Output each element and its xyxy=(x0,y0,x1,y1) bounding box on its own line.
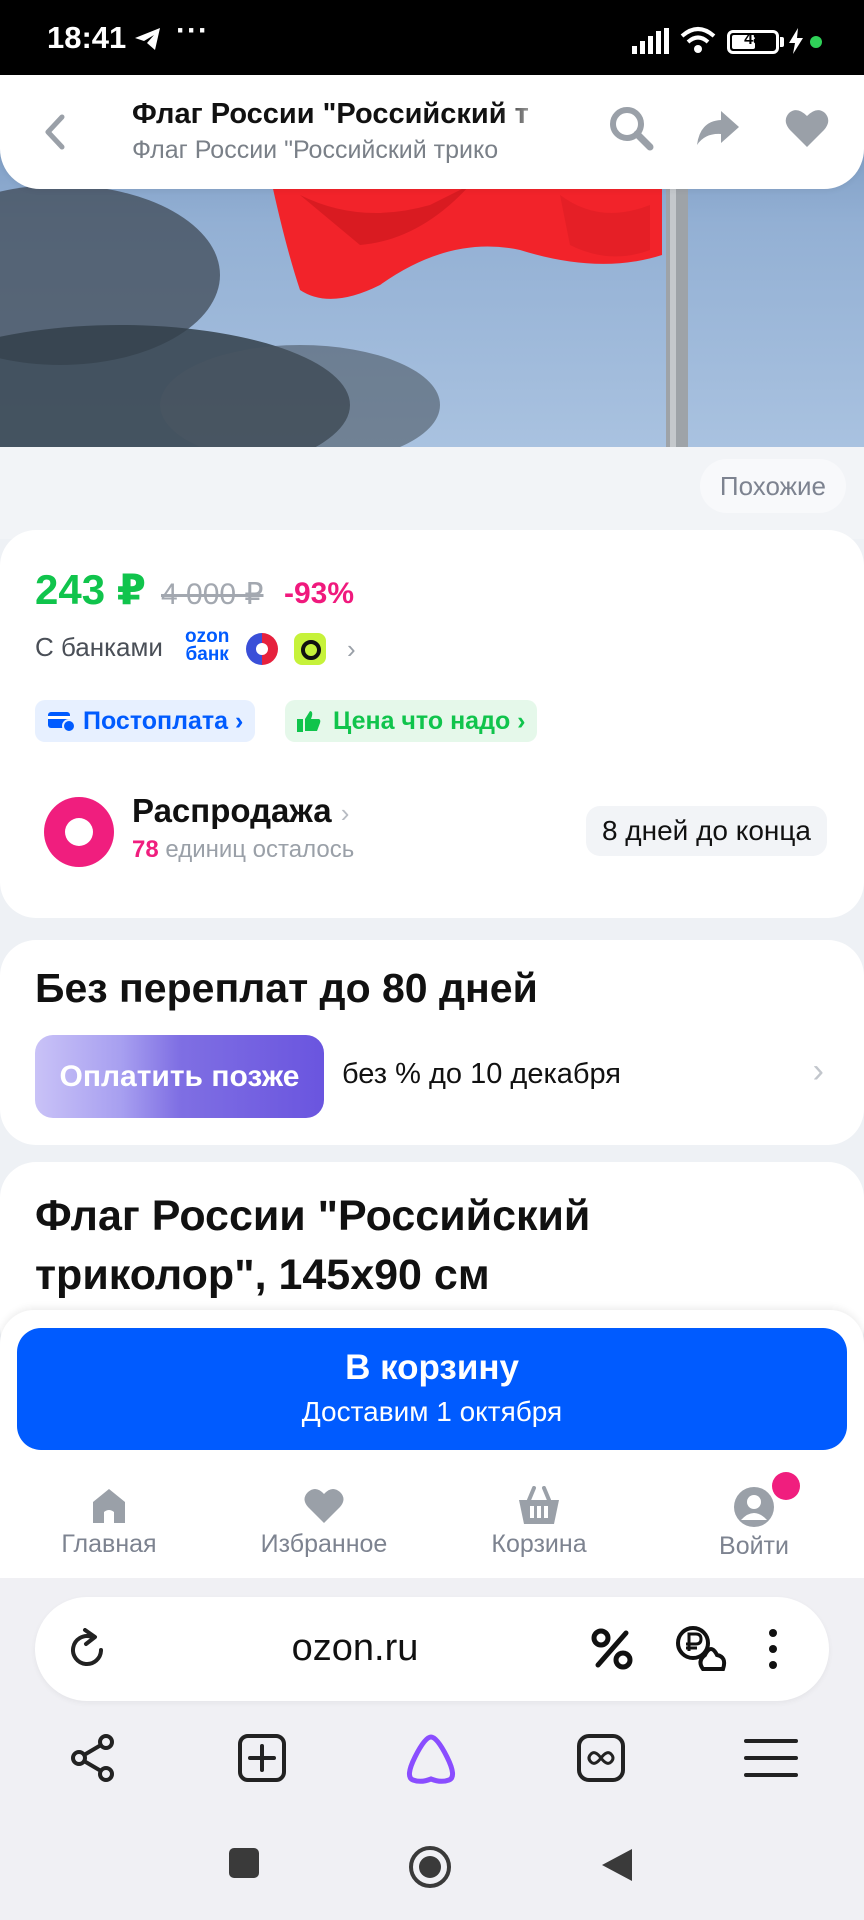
ozon-bank-logo-line2: банк xyxy=(185,644,229,665)
url-text[interactable]: ozon.ru xyxy=(35,1627,675,1670)
nav-login-label: Войти xyxy=(719,1532,789,1560)
thumbs-up-icon xyxy=(297,711,321,732)
sale-title-text: Распродажа xyxy=(132,792,332,829)
delivery-date: Доставим 1 октября xyxy=(301,1396,563,1427)
share-arrow-icon[interactable] xyxy=(695,105,741,156)
address-bar[interactable]: ozon.ru xyxy=(35,1597,829,1701)
fair-price-label: Цена что надо › xyxy=(333,707,526,735)
bank-logo-icon xyxy=(246,633,278,665)
cashback-icon[interactable] xyxy=(675,1625,729,1680)
discount-percent-icon[interactable] xyxy=(590,1627,634,1676)
status-time: 18:41 xyxy=(47,20,127,55)
sale-title[interactable]: Распродажа › xyxy=(132,792,349,830)
pay-later-button[interactable]: Оплатить позже xyxy=(35,1035,324,1118)
units-left: 78 единиц осталось xyxy=(132,836,354,864)
nav-favorites[interactable]: Избранное xyxy=(234,1460,414,1559)
installment-card: Без переплат до 80 дней Оплатить позже б… xyxy=(0,940,864,1145)
recent-apps-icon[interactable] xyxy=(228,1847,260,1884)
installment-title: Без переплат до 80 дней xyxy=(35,965,538,1011)
nav-cart[interactable]: Корзина xyxy=(449,1460,629,1559)
signal-icon xyxy=(632,28,670,59)
chevron-right-icon[interactable]: › xyxy=(813,1052,824,1091)
nav-favorites-label: Избранное xyxy=(260,1530,388,1558)
discount-badge: -93% xyxy=(284,577,355,610)
similar-button[interactable]: Похожие xyxy=(699,459,846,513)
sale-logo-icon xyxy=(44,797,114,867)
cart-panel: В корзину Доставим 1 октября Главная Изб… xyxy=(0,1310,864,1578)
nav-cart-label: Корзина xyxy=(491,1530,587,1558)
profile-icon xyxy=(734,1487,774,1527)
charging-icon xyxy=(788,28,804,59)
fair-price-badge[interactable]: Цена что надо › xyxy=(285,700,538,742)
product-header: Флаг России "Российский т Флаг России "Р… xyxy=(0,75,864,189)
home-button-icon[interactable] xyxy=(408,1845,452,1894)
battery-icon: 48 xyxy=(727,30,779,54)
similar-strip: Похожие xyxy=(0,447,864,539)
nav-login[interactable]: Войти xyxy=(664,1460,844,1561)
more-menu-icon[interactable] xyxy=(767,1627,779,1676)
status-bar: 18:41 ··· 48 xyxy=(0,0,864,75)
price-card: 243 ₽ 4 000 ₽ -93% С банками ozon банк ›… xyxy=(0,530,864,918)
tabs-icon[interactable] xyxy=(576,1733,626,1788)
favorite-heart-icon[interactable] xyxy=(784,107,830,154)
wifi-icon xyxy=(680,26,716,59)
more-notifications-icon: ··· xyxy=(176,14,209,47)
card-clock-icon xyxy=(48,712,75,732)
chevron-right-icon[interactable]: › xyxy=(347,634,356,665)
add-to-cart-button[interactable]: В корзину Доставим 1 октября xyxy=(17,1328,847,1450)
notification-badge xyxy=(772,1472,800,1500)
home-icon xyxy=(93,1489,125,1523)
nav-home-label: Главная xyxy=(61,1530,157,1558)
bank-logo-icon xyxy=(294,633,326,665)
units-text: единиц осталось xyxy=(158,836,355,863)
units-count: 78 xyxy=(132,836,159,863)
bottom-nav: Главная Избранное Корзина Войти xyxy=(0,1460,864,1578)
current-price: 243 ₽ xyxy=(35,566,146,613)
chevron-right-icon: › xyxy=(340,798,350,828)
banks-label[interactable]: С банками xyxy=(35,632,163,663)
product-title: Флаг России "Российский триколор", 145х9… xyxy=(35,1192,591,1299)
header-subtitle: Флаг России "Российский трико xyxy=(132,136,499,164)
postpay-label: Постоплата › xyxy=(83,707,244,735)
search-icon[interactable] xyxy=(608,105,654,156)
add-to-cart-label: В корзину xyxy=(345,1348,519,1387)
telegram-icon xyxy=(134,27,162,56)
alice-assistant-icon[interactable] xyxy=(403,1733,459,1790)
installment-text[interactable]: без % до 10 декабря xyxy=(342,1058,621,1091)
nav-home[interactable]: Главная xyxy=(19,1460,199,1559)
new-tab-icon[interactable] xyxy=(237,1733,287,1788)
postpay-badge[interactable]: Постоплата › xyxy=(35,700,256,742)
ozon-bank-logo: ozon банк xyxy=(185,627,229,665)
battery-level: 48 xyxy=(744,31,762,48)
heart-icon xyxy=(304,1488,344,1523)
back-arrow-icon[interactable] xyxy=(36,107,76,157)
days-left-badge: 8 дней до конца xyxy=(585,806,827,856)
privacy-dot-icon xyxy=(810,36,822,48)
basket-icon xyxy=(519,1486,559,1524)
share-icon[interactable] xyxy=(68,1733,118,1788)
hamburger-menu-icon[interactable] xyxy=(744,1733,798,1788)
back-button-icon[interactable] xyxy=(600,1847,634,1888)
old-price: 4 000 ₽ xyxy=(161,578,264,611)
header-title: Флаг России "Российский т xyxy=(132,98,529,130)
